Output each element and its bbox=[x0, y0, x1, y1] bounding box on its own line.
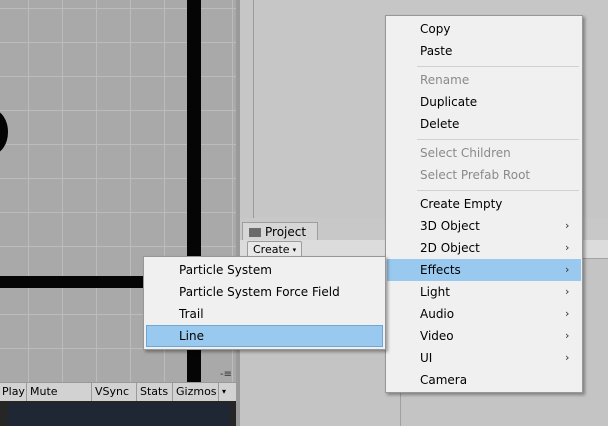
effects-submenu: Particle System Particle System Force Fi… bbox=[143, 256, 386, 350]
submenu-arrow-icon: › bbox=[565, 241, 570, 254]
menu-item-label: Select Prefab Root bbox=[420, 168, 531, 182]
menu-item-label: Create Empty bbox=[420, 197, 503, 211]
menu-item-delete[interactable]: Delete bbox=[387, 113, 581, 135]
context-menu: Copy Paste Rename Duplicate Delete Selec… bbox=[385, 15, 583, 393]
panel-edge bbox=[253, 0, 254, 218]
submenu-item-label: Particle System Force Field bbox=[179, 285, 340, 299]
menu-item-select-children: Select Children bbox=[387, 142, 581, 164]
options-menu-icon[interactable]: -≡ bbox=[220, 370, 234, 380]
mute-audio-toggle[interactable]: Mute Audio bbox=[27, 383, 92, 416]
menu-item-label: Video bbox=[420, 329, 454, 343]
caret-down-icon: ▾ bbox=[292, 246, 297, 254]
submenu-item-label: Trail bbox=[179, 307, 204, 321]
game-view-render bbox=[8, 403, 230, 426]
submenu-item-label: Particle System bbox=[179, 263, 272, 277]
menu-item-3d-object[interactable]: 3D Object › bbox=[387, 215, 581, 237]
submenu-item-particle-system-force-field[interactable]: Particle System Force Field bbox=[146, 281, 383, 303]
vsync-toggle[interactable]: VSync bbox=[92, 383, 137, 401]
submenu-item-label: Line bbox=[179, 329, 205, 343]
menu-item-duplicate[interactable]: Duplicate bbox=[387, 91, 581, 113]
menu-separator bbox=[417, 139, 579, 140]
menu-item-label: Delete bbox=[420, 117, 460, 131]
submenu-item-line[interactable]: Line bbox=[146, 325, 383, 347]
menu-item-ui[interactable]: UI › bbox=[387, 347, 581, 369]
submenu-arrow-icon: › bbox=[565, 285, 570, 298]
menu-item-2d-object[interactable]: 2D Object › bbox=[387, 237, 581, 259]
menu-item-select-prefab-root: Select Prefab Root bbox=[387, 164, 581, 186]
menu-item-label: Light bbox=[420, 285, 450, 299]
submenu-arrow-icon: › bbox=[565, 263, 570, 276]
menu-item-label: Camera bbox=[420, 373, 468, 387]
menu-item-label: UI bbox=[420, 351, 433, 365]
submenu-item-trail[interactable]: Trail bbox=[146, 303, 383, 325]
scene-black-circle bbox=[0, 110, 8, 154]
game-view[interactable] bbox=[0, 401, 236, 426]
menu-item-audio[interactable]: Audio › bbox=[387, 303, 581, 325]
menu-item-camera[interactable]: Camera bbox=[387, 369, 581, 391]
menu-item-label: Select Children bbox=[420, 146, 511, 160]
menu-item-video[interactable]: Video › bbox=[387, 325, 581, 347]
menu-item-label: Audio bbox=[420, 307, 455, 321]
scene-black-line-horizontal bbox=[0, 276, 150, 288]
menu-item-label: Rename bbox=[420, 73, 470, 87]
menu-item-label: 2D Object bbox=[420, 241, 480, 255]
menu-item-label: Duplicate bbox=[420, 95, 478, 109]
menu-item-label: Copy bbox=[420, 22, 451, 36]
gizmos-button[interactable]: Gizmos bbox=[173, 383, 219, 401]
menu-item-rename: Rename bbox=[387, 69, 581, 91]
menu-item-label: Effects bbox=[420, 263, 461, 277]
project-divider bbox=[400, 392, 401, 426]
folder-icon bbox=[249, 228, 261, 237]
tab-project[interactable]: Project bbox=[242, 222, 318, 240]
game-view-toolbar: Play Mute Audio VSync Stats Gizmos ▾ bbox=[0, 382, 236, 416]
menu-item-paste[interactable]: Paste bbox=[387, 40, 581, 62]
project-tab-label: Project bbox=[265, 225, 307, 239]
submenu-arrow-icon: › bbox=[565, 351, 570, 364]
stats-toggle[interactable]: Stats bbox=[137, 383, 173, 401]
gizmos-dropdown-icon[interactable]: ▾ bbox=[219, 383, 236, 401]
submenu-item-particle-system[interactable]: Particle System bbox=[146, 259, 383, 281]
create-button-label: Create bbox=[253, 243, 290, 256]
menu-separator bbox=[417, 190, 579, 191]
menu-item-label: 3D Object bbox=[420, 219, 480, 233]
menu-item-label: Paste bbox=[420, 44, 453, 58]
menu-item-light[interactable]: Light › bbox=[387, 281, 581, 303]
menu-separator bbox=[417, 66, 579, 67]
submenu-arrow-icon: › bbox=[565, 219, 570, 232]
menu-item-effects[interactable]: Effects › bbox=[387, 259, 581, 281]
play-toggle[interactable]: Play bbox=[0, 383, 27, 401]
submenu-arrow-icon: › bbox=[565, 307, 570, 320]
submenu-arrow-icon: › bbox=[565, 329, 570, 342]
menu-item-create-empty[interactable]: Create Empty bbox=[387, 193, 581, 215]
menu-item-copy[interactable]: Copy bbox=[387, 18, 581, 40]
